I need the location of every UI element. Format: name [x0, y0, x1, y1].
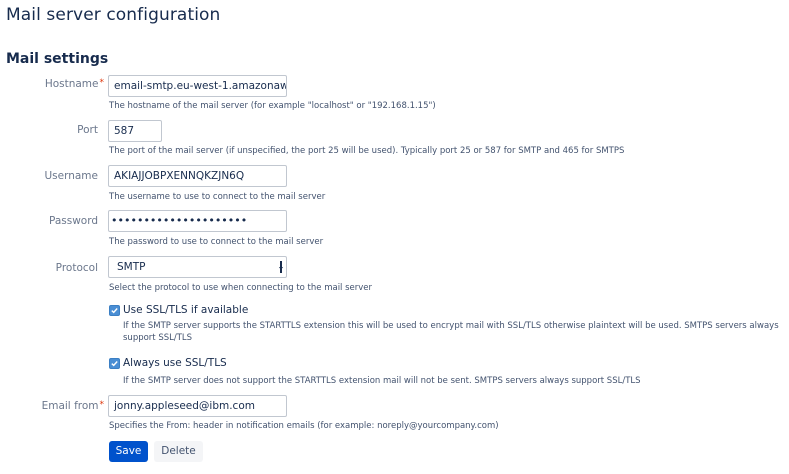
password-masked-value: ••••••••••••••••••••• — [111, 214, 248, 227]
email-from-help: Specifies the From: header in notificati… — [109, 421, 499, 431]
port-value: 587 — [114, 125, 135, 137]
username-value: AKIAJJOBPXENNQKZJN6Q — [114, 170, 245, 182]
password-help: The password to use to connect to the ma… — [109, 237, 324, 247]
username-help: The username to use to connect to the ma… — [109, 192, 326, 202]
hostname-label: Hostname* — [6, 78, 104, 90]
page-title: Mail server configuration — [6, 5, 221, 25]
port-help: The port of the mail server (if unspecif… — [109, 146, 625, 156]
email-from-label: Email from* — [6, 400, 104, 412]
section-title: Mail settings — [6, 51, 109, 67]
password-label: Password — [48, 215, 98, 227]
protocol-value: SMTP — [117, 261, 146, 273]
checkmark-icon — [111, 308, 118, 314]
email-from-required-marker: * — [99, 400, 105, 410]
always-ssl-checkbox[interactable] — [109, 358, 120, 369]
checkmark-icon — [111, 361, 118, 367]
protocol-select[interactable]: SMTP — [108, 256, 287, 278]
hostname-value: email-smtp.eu-west-1.amazonaws — [114, 80, 287, 92]
email-from-value: jonny.appleseed@ibm.com — [114, 400, 255, 412]
username-label: Username — [44, 170, 98, 182]
dropdown-arrow-icon — [279, 261, 284, 273]
use-ssl-checkbox[interactable] — [109, 305, 120, 316]
use-ssl-help: If the SMTP server supports the STARTTLS… — [123, 321, 779, 343]
protocol-help: Select the protocol to use when connecti… — [109, 283, 373, 293]
hostname-input[interactable]: email-smtp.eu-west-1.amazonaws — [108, 75, 287, 97]
port-label: Port — [77, 124, 98, 136]
hostname-required-marker: * — [99, 78, 105, 88]
always-ssl-label[interactable]: Always use SSL/TLS — [123, 357, 227, 369]
protocol-label: Protocol — [55, 262, 98, 274]
hostname-label-text: Hostname — [44, 78, 99, 90]
always-ssl-help: If the SMTP server does not support the … — [123, 376, 641, 386]
email-from-label-text: Email from — [41, 400, 99, 412]
hostname-help: The hostname of the mail server (for exa… — [109, 101, 436, 111]
port-input[interactable]: 587 — [108, 120, 162, 142]
email-from-input[interactable]: jonny.appleseed@ibm.com — [108, 395, 287, 417]
use-ssl-label[interactable]: Use SSL/TLS if available — [123, 304, 248, 316]
save-button[interactable]: Save — [109, 441, 148, 462]
password-input[interactable]: ••••••••••••••••••••• — [108, 210, 287, 232]
delete-button[interactable]: Delete — [154, 441, 203, 462]
username-input[interactable]: AKIAJJOBPXENNQKZJN6Q — [108, 165, 287, 187]
